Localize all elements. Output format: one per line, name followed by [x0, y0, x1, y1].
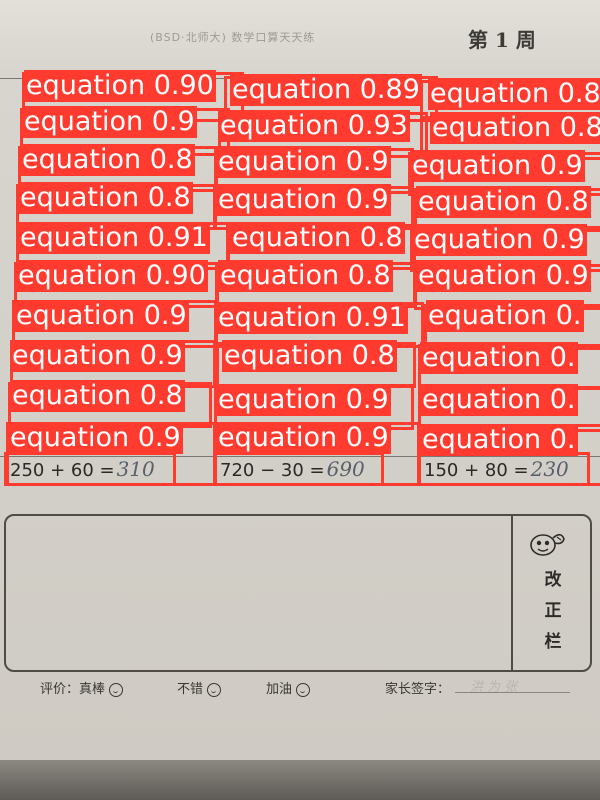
- detection-tag: equation 0.8: [218, 260, 393, 292]
- rating-ok: 不错: [177, 678, 222, 697]
- smiley-icon: [109, 682, 124, 697]
- correction-label: 改 正 栏: [544, 570, 562, 652]
- detection-tag: equation 0.9: [14, 300, 189, 332]
- rating-great: 评价：真棒: [40, 678, 124, 697]
- detection-tag: equation 0.8: [222, 340, 397, 372]
- smiley-icon: [207, 682, 222, 697]
- detection-tag: equation 0.93: [218, 110, 410, 142]
- detection-tag: equation 0.9: [216, 422, 391, 454]
- cartoon-face-icon: [530, 533, 565, 556]
- detection-tag: equation 0.9: [216, 184, 391, 216]
- detection-tag: equation 0.: [420, 424, 578, 456]
- detection-tag: equation 0.: [420, 384, 578, 416]
- detection-tag: equation 0.8: [430, 112, 600, 144]
- detection-tag: equation 0.9: [216, 384, 391, 416]
- detection-tag: equation 0.91: [18, 222, 210, 254]
- detection-tag: equation 0.90: [16, 260, 208, 292]
- correction-divider: [511, 516, 513, 670]
- parent-signature-label: 家长签字：: [385, 682, 451, 697]
- detection-tag: equation 0.8: [428, 78, 600, 110]
- detection-tag: equation 0.9: [416, 260, 591, 292]
- detection-tag: equation 0.9: [10, 340, 185, 372]
- detection-tag: equation 0.: [426, 300, 584, 332]
- detection-tag: equation 0.90: [24, 70, 216, 102]
- detection-tag: equation 0.9: [22, 106, 197, 138]
- detection-tag: equation 0.8: [20, 144, 195, 176]
- smiley-icon: [296, 682, 311, 697]
- detection-tag: equation 0.: [420, 342, 578, 374]
- detection-tag: equation 0.91: [216, 302, 408, 334]
- detection-tag: equation 0.8: [10, 380, 185, 412]
- detection-tag: equation 0.9: [410, 150, 585, 182]
- detection-tag: equation 0.9: [412, 224, 587, 256]
- detection-tag: equation 0.8: [416, 186, 591, 218]
- correction-box: [4, 514, 592, 672]
- detection-tag: equation 0.8: [230, 222, 405, 254]
- detection-tag: equation 0.9: [216, 146, 391, 178]
- detection-tag: equation 0.8: [18, 182, 193, 214]
- signature-line: [455, 692, 570, 693]
- rating-try: 加油: [266, 678, 311, 697]
- detection-tag: equation 0.89: [230, 74, 422, 106]
- detection-tag: equation 0.9: [8, 422, 183, 454]
